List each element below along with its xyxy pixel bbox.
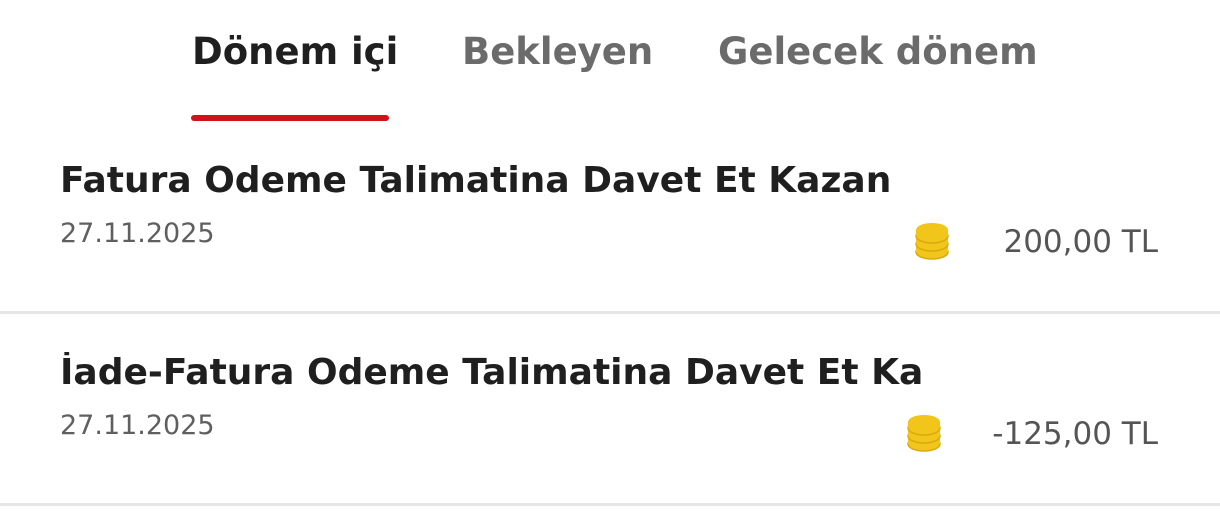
- transaction-date: 27.11.2025: [60, 218, 215, 249]
- active-tab-indicator: [191, 115, 389, 121]
- tab-bekleyen[interactable]: Bekleyen: [462, 26, 653, 78]
- transaction-date: 27.11.2025: [60, 410, 215, 441]
- tab-donem-ici[interactable]: Dönem içi: [192, 26, 398, 78]
- transaction-title: İade-Fatura Odeme Talimatina Davet Et Ka: [60, 352, 924, 393]
- transaction-amount: 200,00 TL: [1003, 224, 1158, 260]
- transaction-title: Fatura Odeme Talimatina Davet Et Kazan: [60, 160, 892, 201]
- coin-stack-icon: [907, 415, 941, 452]
- tab-gelecek-donem[interactable]: Gelecek dönem: [718, 26, 1038, 78]
- transaction-row[interactable]: İade-Fatura Odeme Talimatina Davet Et Ka…: [0, 314, 1220, 506]
- transaction-row[interactable]: Fatura Odeme Talimatina Davet Et Kazan 2…: [0, 122, 1220, 314]
- row-divider: [0, 503, 1220, 506]
- tab-bar: Dönem içi Bekleyen Gelecek dönem: [0, 0, 1220, 122]
- transaction-amount: -125,00 TL: [992, 416, 1158, 452]
- coin-stack-icon: [915, 223, 949, 260]
